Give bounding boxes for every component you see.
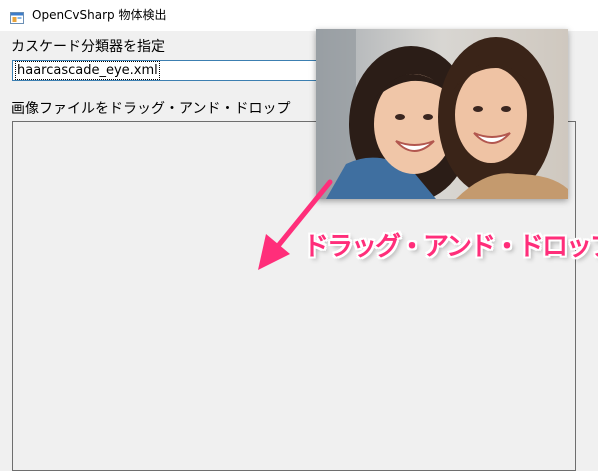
title-bar: OpenCvSharp 物体検出	[0, 0, 598, 31]
drag-and-drop-caption: ドラッグ・アンド・ドロップ	[303, 232, 598, 262]
cascade-file-input[interactable]: haarcascade_eye.xml	[12, 60, 342, 81]
cascade-input-value: haarcascade_eye.xml	[15, 61, 160, 80]
two-women-smiling-photo	[316, 29, 568, 199]
cascade-label: カスケード分類器を指定	[11, 39, 165, 55]
window-title: OpenCvSharp 物体検出	[32, 8, 167, 22]
app-window-icon	[10, 9, 24, 24]
drop-area-label: 画像ファイルをドラッグ・アンド・ドロップ	[11, 101, 291, 117]
